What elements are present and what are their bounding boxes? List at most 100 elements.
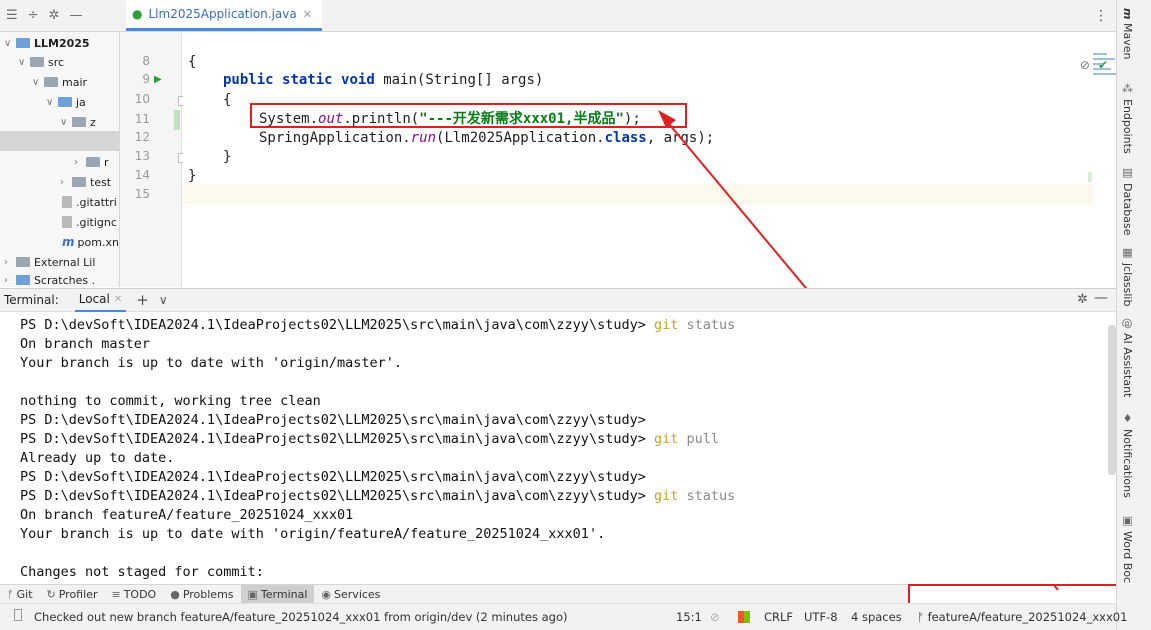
readonly-icon[interactable]: ⊘ <box>710 610 720 624</box>
editor-tab-bar: ● Llm2025Application.java ✕ ⋮ <box>120 0 1116 32</box>
tool-jclasslib[interactable]: ▦ jclasslib <box>1121 246 1134 306</box>
terminal-icon: ▣ <box>247 587 258 601</box>
file-encoding[interactable]: UTF-8 <box>804 610 838 624</box>
more-options-icon[interactable]: ⋮ <box>1094 8 1108 24</box>
tree-item-java[interactable]: ∨ ja <box>46 92 86 112</box>
folder-icon <box>58 97 72 107</box>
line-number: 12 <box>134 130 150 144</box>
right-tool-strip: m Maven ⁂ Endpoints ▤ Database ▦ jclasslib @… <box>1116 0 1151 630</box>
maven-icon: m <box>1121 8 1134 20</box>
code-line-9: public static void main(String[] args) <box>223 72 544 88</box>
terminal-line: PS D:\devSoft\IDEA2024.1\IdeaProjects02\… <box>20 431 719 447</box>
problems-icon: ● <box>170 587 180 601</box>
panel-toggle-icon[interactable] <box>14 609 22 621</box>
change-marker <box>174 110 180 130</box>
annotation-box-println <box>250 103 687 128</box>
file-icon <box>62 216 72 228</box>
minimize-icon[interactable]: — <box>1094 290 1108 306</box>
tree-item-main[interactable]: ∨ mair <box>32 72 87 92</box>
terminal-output[interactable]: PS D:\devSoft\IDEA2024.1\IdeaProjects02\… <box>0 312 1108 584</box>
library-icon <box>16 257 30 267</box>
terminal-line: PS D:\devSoft\IDEA2024.1\IdeaProjects02\… <box>20 317 736 333</box>
project-toolbar: ☰ ÷ ✲ — <box>0 0 120 32</box>
selected-row <box>0 131 119 151</box>
bottom-tool-tabs: ᚠ Git ↻ Profiler ≡ TODO ● Problems ▣ Terminal… <box>0 584 908 603</box>
gear-icon[interactable]: ✲ <box>1077 292 1088 307</box>
editor-gutter: 8 9 ▶ 10 11 12 13 14 15 <box>120 32 188 287</box>
terminal-scrollbar[interactable] <box>1108 325 1116 475</box>
scroll-marker <box>1088 172 1092 182</box>
cursor-position[interactable]: 15:1 <box>676 610 702 624</box>
git-branch-widget[interactable]: ᚠ featureA/feature_20251024_xxx01 <box>917 610 1127 624</box>
chevron-right-icon: › <box>74 156 78 168</box>
tool-ai-assistant[interactable]: @ AI Assistant <box>1121 318 1134 397</box>
indent-setting[interactable]: 4 spaces <box>851 610 902 624</box>
project-view-icon[interactable]: ☰ <box>6 8 18 23</box>
terminal-line: nothing to commit, working tree clean <box>20 393 321 409</box>
tool-endpoints[interactable]: ⁂ Endpoints <box>1121 82 1134 154</box>
endpoints-icon: ⁂ <box>1121 82 1134 95</box>
chevron-right-icon: › <box>4 274 8 286</box>
new-tab-icon[interactable]: + <box>136 291 149 309</box>
tree-item-src[interactable]: ∨ src <box>18 52 64 72</box>
code-line-10: { <box>223 92 232 108</box>
bell-icon: ♦ <box>1121 412 1134 425</box>
code-line-8: { <box>188 54 197 70</box>
status-message[interactable]: Checked out new branch featureA/feature_… <box>34 610 567 624</box>
tree-item-gitignore[interactable]: .gitignc <box>62 212 117 232</box>
tool-notifications[interactable]: ♦ Notifications <box>1121 412 1134 498</box>
word-book-icon: ▣ <box>1121 514 1134 527</box>
close-icon[interactable]: ✕ <box>114 294 122 305</box>
folder-icon <box>30 57 44 67</box>
tree-item-llm2025[interactable]: ∨ LLM2025 <box>4 33 90 53</box>
tool-word-book[interactable]: ▣ Word Boc <box>1121 514 1134 583</box>
eye-off-icon[interactable]: ⊘ <box>1080 58 1090 72</box>
tree-item-package[interactable]: ∨ z <box>60 112 96 132</box>
tab-services[interactable]: ◉ Services <box>314 585 387 603</box>
tool-database[interactable]: ▤ Database <box>1121 166 1134 236</box>
maven-icon: m <box>62 235 75 249</box>
ai-assistant-icon: @ <box>1121 318 1134 329</box>
git-branch-icon: ᚠ <box>7 587 14 601</box>
chevron-right-icon: › <box>60 176 64 188</box>
folder-icon <box>86 157 100 167</box>
tab-llm2025application[interactable]: ● Llm2025Application.java ✕ <box>126 0 322 31</box>
database-icon: ▤ <box>1121 166 1134 179</box>
line-number: 9 <box>142 72 150 86</box>
close-icon[interactable]: ✕ <box>303 8 312 21</box>
folder-icon <box>72 177 86 187</box>
package-icon <box>72 117 86 127</box>
terminal-line: PS D:\devSoft\IDEA2024.1\IdeaProjects02\… <box>20 412 646 428</box>
terminal-line: Your branch is up to date with 'origin/m… <box>20 355 403 371</box>
tab-label: Llm2025Application.java <box>148 7 297 21</box>
line-number: 8 <box>142 54 150 68</box>
run-icon[interactable]: ▶ <box>154 74 162 85</box>
tree-item-external-libraries[interactable]: › External Lil <box>4 252 95 272</box>
minimize-icon[interactable]: — <box>69 8 82 23</box>
tree-item-resources[interactable]: › r <box>74 152 109 172</box>
tab-terminal[interactable]: ▣ Terminal <box>240 585 315 603</box>
code-editor[interactable]: { public static void main(String[] args)… <box>183 32 1116 287</box>
line-separator[interactable]: CRLF <box>764 610 793 624</box>
tree-item-pom[interactable]: m pom.xn <box>62 232 119 252</box>
tab-problems[interactable]: ● Problems <box>163 585 240 603</box>
line-number: 13 <box>134 149 150 163</box>
code-minimap <box>1093 50 1117 100</box>
tab-local[interactable]: Local ✕ <box>74 288 127 312</box>
profiler-icon: ↻ <box>46 587 56 601</box>
chevron-down-icon: ∨ <box>60 116 68 128</box>
scratches-icon <box>16 275 30 285</box>
terminal-line: PS D:\devSoft\IDEA2024.1\IdeaProjects02\… <box>20 488 736 504</box>
tree-item-gitattributes[interactable]: .gitattri <box>62 192 117 212</box>
tree-item-scratches[interactable]: › Scratches . <box>4 270 95 287</box>
tree-item-test[interactable]: › test <box>60 172 111 192</box>
collapse-all-icon[interactable]: ÷ <box>28 8 39 23</box>
tab-profiler[interactable]: ↻ Profiler <box>40 585 105 603</box>
tab-git[interactable]: ᚠ Git <box>0 585 40 603</box>
folder-icon <box>44 77 58 87</box>
line-number: 10 <box>134 92 150 106</box>
tab-todo[interactable]: ≡ TODO <box>104 585 163 603</box>
chevron-down-icon[interactable]: ∨ <box>159 293 168 307</box>
gear-icon[interactable]: ✲ <box>49 8 60 23</box>
tool-maven[interactable]: m Maven <box>1121 8 1134 60</box>
